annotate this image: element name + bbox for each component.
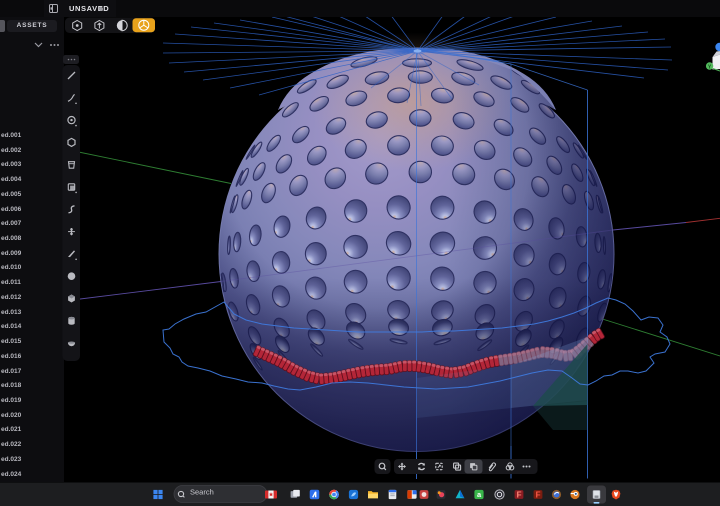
- svg-text:F: F: [517, 491, 522, 500]
- svg-text:Search: Search: [190, 488, 214, 497]
- svg-text:F: F: [536, 491, 541, 500]
